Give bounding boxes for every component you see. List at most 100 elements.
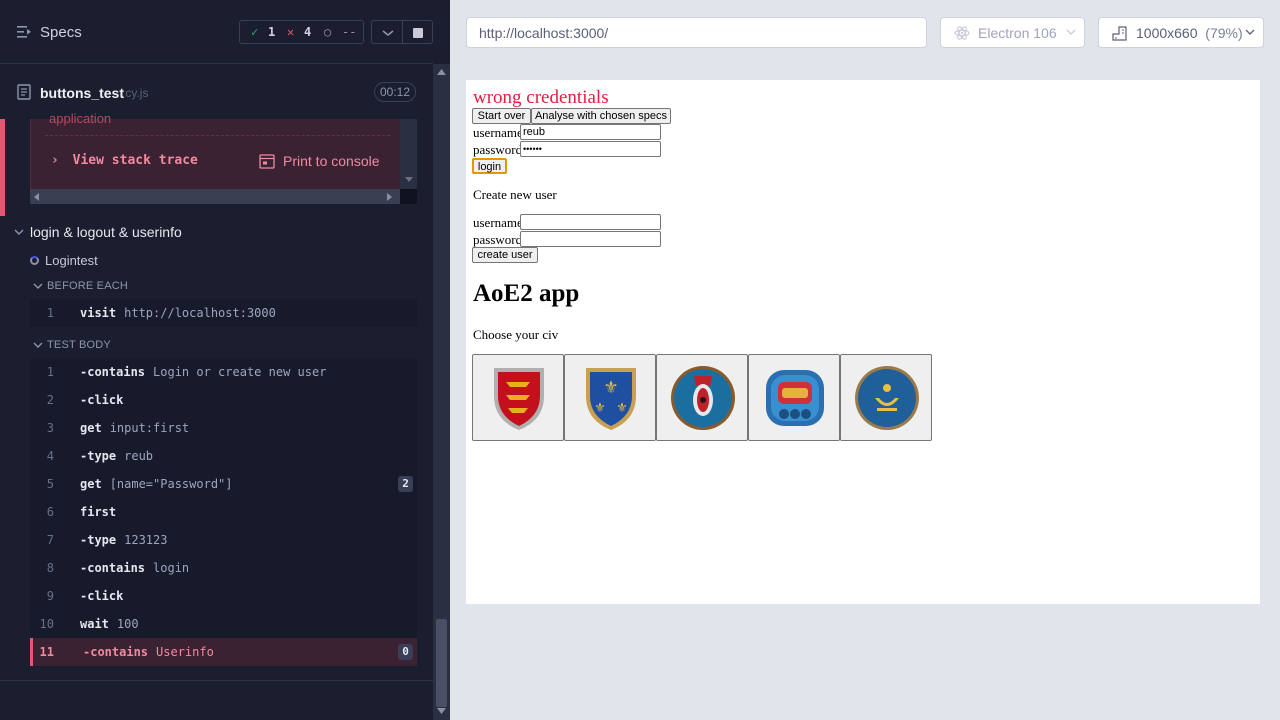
chevron-down-icon[interactable] [14,228,24,236]
specs-label[interactable]: Specs [40,24,82,41]
failed-x-icon: ✕ [287,25,295,39]
command-name: -click [80,589,124,603]
scroll-down-arrow-icon[interactable] [437,708,446,715]
divider [45,135,390,136]
chevron-down-icon[interactable] [33,282,43,290]
command-row[interactable]: 6 first [30,498,417,526]
view-stack-trace-toggle[interactable]: › View stack trace [51,153,198,168]
terminal-icon [259,154,275,169]
failed-count: 4 [304,25,312,39]
test-title[interactable]: Logintest [45,253,98,268]
error-indicator-stripe [0,119,5,216]
command-row[interactable]: 9 -click [30,582,417,610]
suite-title[interactable]: login & logout & userinfo [30,224,182,240]
command-number: 4 [46,449,54,463]
command-row[interactable]: 5 get [name="Password"] 2 [30,470,417,498]
civ-button-mayans[interactable] [748,354,840,441]
create-user-button[interactable]: create user [472,247,538,263]
document-icon [17,84,31,100]
svg-text:⚜: ⚜ [616,401,628,416]
chevron-down-icon [1245,29,1255,35]
scroll-up-arrow-icon[interactable] [437,69,446,76]
scroll-right-arrow-icon[interactable] [387,193,393,201]
new-username-label: username [473,215,523,230]
app-title: AoE2 app [473,280,580,307]
civ-button-franks[interactable]: ⚜ ⚜ ⚜ [564,354,656,441]
auto-scroll-button[interactable] [371,20,403,44]
start-over-button[interactable]: Start over [472,108,531,124]
error-text-fragment: application [49,111,112,126]
svg-text:⚜: ⚜ [603,378,618,398]
civ-button-aztecs[interactable] [656,354,748,441]
civ-button-britons[interactable] [472,354,564,441]
command-number: 8 [46,561,54,575]
command-message: [name="Password"] [109,477,233,491]
analyse-button[interactable]: Analyse with chosen specs [531,108,671,124]
electron-icon [954,26,970,40]
pending-spinner-icon: ○ [324,25,332,39]
reporter-header: Specs ✓ 1 ✕ 4 ○ -- [0,0,433,64]
command-message: login [153,561,190,575]
command-number: 6 [46,505,54,519]
before-each-hook-label[interactable]: BEFORE EACH [47,280,128,292]
error-vertical-scrollbar[interactable] [400,119,417,189]
chevron-down-icon [382,30,394,37]
username-input[interactable]: reub [520,124,661,140]
command-number: 2 [46,393,54,407]
command-row[interactable]: 1 -contains Login or create new user [30,358,417,386]
ruler-icon [1112,26,1127,41]
stop-icon [413,28,423,38]
passed-check-icon: ✓ [251,25,259,39]
command-number: 1 [46,365,54,379]
print-to-console-label: Print to console [283,153,380,169]
scrollbar-thumb[interactable] [436,619,447,707]
command-row[interactable]: 3 get input:first [30,414,417,442]
command-number: 10 [39,617,54,631]
mongols-emblem-icon [855,366,919,430]
specs-list-icon[interactable] [17,26,31,38]
command-name: -type 123123 [80,533,168,547]
command-row[interactable]: 8 -contains login [30,554,417,582]
spec-file-extension: .cy.js [122,86,149,100]
command-message: http://localhost:3000 [124,306,276,320]
failed-command-row[interactable]: 11 -contains Userinfo 0 [30,638,417,666]
pending-count: -- [342,25,357,39]
stop-button[interactable] [402,20,433,44]
scroll-left-arrow-icon[interactable] [34,193,40,201]
civ-button-mongols[interactable] [840,354,932,441]
command-name: -contains Login or create new user [80,365,327,379]
viewport-selector[interactable]: 1000x660 (79%) [1098,17,1264,48]
choose-civ-label: Choose your civ [473,327,559,342]
command-row[interactable]: 10 wait 100 [30,610,417,638]
command-row[interactable]: 2 -click [30,386,417,414]
command-number: 9 [46,589,54,603]
url-bar[interactable]: http://localhost:3000/ [466,17,927,48]
new-password-input[interactable] [520,231,661,247]
command-number: 5 [46,477,54,491]
command-name: -contains login [80,561,190,575]
command-number: 1 [46,306,54,320]
command-name: wait 100 [80,617,139,631]
command-message: Userinfo [156,645,214,659]
command-name: get [name="Password"] [80,477,233,491]
command-row[interactable]: 7 -type 123123 [30,526,417,554]
chevron-right-icon: › [51,153,59,168]
password-input[interactable]: •••••• [520,141,661,157]
app-preview-panel: http://localhost:3000/ Electron 106 1000… [450,0,1280,720]
command-number: 3 [46,421,54,435]
command-log-footer [0,680,433,720]
error-horizontal-scrollbar[interactable] [30,189,400,204]
command-row[interactable]: 1 visit http://localhost:3000 [30,299,417,327]
login-button[interactable]: login [472,158,507,174]
test-body-label[interactable]: TEST BODY [47,339,111,351]
chevron-down-icon[interactable] [33,341,43,349]
username-label: username [473,125,523,140]
command-log-scrollbar[interactable] [433,64,450,720]
scroll-down-arrow-icon[interactable] [405,177,413,183]
element-count-badge: 2 [398,476,413,492]
command-row[interactable]: 4 -type reub [30,442,417,470]
spec-file-name[interactable]: buttons_test [40,85,124,101]
browser-selector[interactable]: Electron 106 [940,17,1085,48]
browser-name: Electron 106 [978,25,1057,41]
new-username-input[interactable] [520,214,661,230]
